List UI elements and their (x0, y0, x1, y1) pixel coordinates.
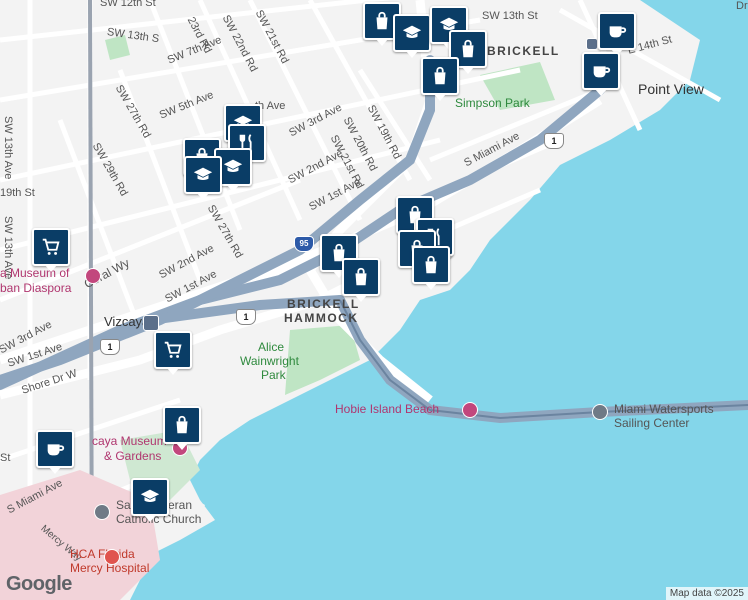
coffee-cup-icon (590, 60, 612, 82)
shopping-bag-icon (429, 65, 451, 87)
poi-label-watersports-2: Sailing Center (614, 416, 690, 430)
map-attribution[interactable]: Map data ©2025 (665, 587, 748, 600)
street-label: St (0, 452, 11, 464)
us-1-shield: 1 (236, 309, 256, 325)
street-label: SW 12th St (100, 0, 156, 9)
map-marker-shopping-cart[interactable] (154, 331, 192, 375)
coffee-cup-icon (606, 20, 628, 42)
map-marker-coffee-cup[interactable] (582, 52, 620, 96)
neighborhood-label-brickell-hammock-1: BRICKELL (287, 297, 360, 311)
i-95-shield: 95 (294, 236, 314, 252)
shopping-bag-icon (171, 414, 193, 436)
map-marker-shopping-cart[interactable] (32, 228, 70, 272)
graduation-cap-icon (222, 156, 244, 178)
poi-label-hospital-1: HCA Florida (70, 547, 135, 561)
map-marker-shopping-bag[interactable] (342, 258, 380, 302)
map-marker-shopping-bag[interactable] (421, 57, 459, 101)
park-label-alice-2: Wainwright (240, 354, 299, 368)
map-canvas[interactable]: SW 12th St SW 13th St SW 13th S 23rd Rd … (0, 0, 748, 600)
hospital-poi-icon[interactable] (104, 549, 120, 565)
map-marker-coffee-cup[interactable] (36, 430, 74, 474)
museum-poi-icon[interactable] (85, 268, 101, 284)
map-marker-shopping-bag[interactable] (163, 406, 201, 450)
poi-label-watersports-1: Miami Watersports (614, 402, 714, 416)
beach-poi-icon[interactable] (462, 402, 478, 418)
poi-label-vizcaya-museum-2: & Gardens (104, 449, 162, 463)
us-1-shield: 1 (100, 339, 120, 355)
street-label: Dr (736, 0, 748, 12)
graduation-cap-icon (139, 486, 161, 508)
neighborhood-label-brickell-hammock-2: HAMMOCK (284, 311, 359, 325)
poi-label-church-2: eran (168, 498, 193, 512)
graduation-cap-icon (192, 164, 214, 186)
map-marker-coffee-cup[interactable] (598, 12, 636, 56)
street-label: 19th St (0, 187, 35, 199)
church-poi-icon[interactable] (94, 504, 110, 520)
google-logo[interactable]: Google (6, 573, 72, 596)
street-label: SW 13th St (482, 10, 538, 22)
park-label-simpson: Simpson Park (455, 96, 530, 110)
map-marker-graduation-cap[interactable] (393, 14, 431, 58)
park-label-alice-1: Alice (258, 340, 285, 354)
shopping-bag-icon (350, 266, 372, 288)
neighborhood-label-brickell: BRICKELL (487, 44, 560, 58)
map-marker-shopping-bag[interactable] (412, 246, 450, 290)
poi-label-vizcaya-museum-1: caya Museum (92, 434, 167, 448)
map-marker-graduation-cap[interactable] (184, 156, 222, 200)
map-base-layer (0, 0, 748, 600)
map-marker-graduation-cap[interactable] (131, 478, 169, 522)
poi-label-museum-1: a Museum of (0, 266, 70, 280)
sailing-poi-icon[interactable] (592, 404, 608, 420)
transit-poi-icon[interactable] (586, 38, 598, 50)
graduation-cap-icon (401, 22, 423, 44)
coffee-cup-icon (44, 438, 66, 460)
street-label: SW 13th Ave (2, 116, 14, 180)
shopping-bag-icon (420, 254, 442, 276)
shopping-cart-icon (162, 339, 184, 361)
shopping-bag-icon (371, 10, 393, 32)
shopping-bag-icon (457, 38, 479, 60)
shopping-cart-icon (40, 236, 62, 258)
neighborhood-label-point-view: Point View (638, 81, 704, 97)
train-station-icon[interactable] (143, 315, 159, 331)
poi-label-hobie-beach: Hobie Island Beach (335, 402, 440, 416)
poi-label-church-1: Sa (116, 498, 131, 512)
us-1-shield: 1 (544, 133, 564, 149)
poi-label-museum-2: ban Diaspora (0, 281, 72, 295)
park-label-alice-3: Park (261, 368, 286, 382)
